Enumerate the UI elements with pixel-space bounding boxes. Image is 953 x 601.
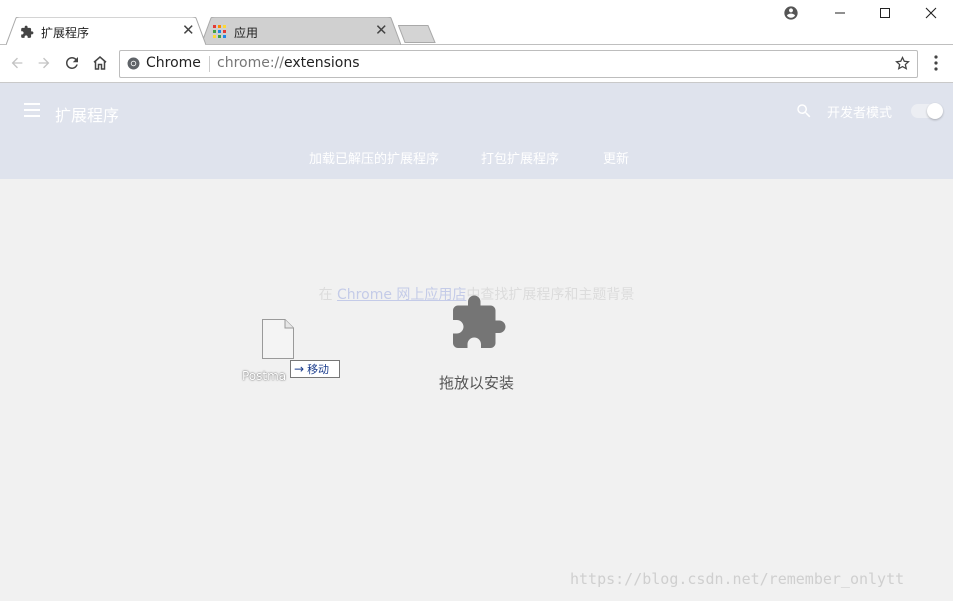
url-host: extensions xyxy=(284,55,360,71)
tab-title: 应用 xyxy=(234,26,259,40)
tab-shape xyxy=(6,17,206,45)
puzzle-icon xyxy=(21,25,34,38)
update-button[interactable]: 更新 xyxy=(603,148,629,167)
chrome-logo-icon xyxy=(127,57,140,70)
pack-extension-button[interactable]: 打包扩展程序 xyxy=(481,148,559,167)
developer-mode-label: 开发者模式 xyxy=(827,106,893,121)
webstore-link[interactable]: Chrome 网上应用店 xyxy=(337,287,466,303)
close-icon[interactable] xyxy=(917,4,945,22)
hamburger-menu-icon[interactable] xyxy=(24,103,42,119)
toggle-knob xyxy=(927,103,943,119)
back-icon[interactable] xyxy=(7,53,27,73)
url-scheme: chrome:// xyxy=(217,55,284,71)
title-bar: 应用 ✕ 扩展程序 ✕ xyxy=(0,0,953,45)
bookmark-star-icon[interactable] xyxy=(894,55,911,72)
move-label: 移动 xyxy=(307,363,330,376)
tab-apps[interactable]: 应用 ✕ xyxy=(201,17,401,45)
drop-to-install-label: 拖放以安装 xyxy=(438,374,514,392)
tab-title: 扩展程序 xyxy=(41,26,90,40)
webstore-prefix: 在 xyxy=(318,287,338,303)
page-title: 扩展程序 xyxy=(55,106,120,125)
tab-extensions[interactable]: 扩展程序 ✕ xyxy=(6,17,206,45)
dragged-file-name: Postma xyxy=(242,369,287,383)
load-unpacked-button[interactable]: 加载已解压的扩展程序 xyxy=(309,148,439,167)
minimize-icon[interactable] xyxy=(826,4,854,22)
reload-icon[interactable] xyxy=(62,53,82,73)
dragged-file-icon xyxy=(262,319,294,359)
developer-mode-toggle[interactable] xyxy=(911,103,943,119)
maximize-icon[interactable] xyxy=(871,4,899,22)
extensions-header: 扩展程序 开发者模式 加载已解压的扩展程序 打包扩展程序 更新 xyxy=(0,83,953,179)
puzzle-drop-icon xyxy=(453,295,506,348)
new-tab-button[interactable] xyxy=(398,25,438,43)
drag-move-tooltip: → 移动 xyxy=(290,360,340,378)
address-bar[interactable]: Chrome chrome://extensions xyxy=(119,50,918,78)
omnibox-separator xyxy=(209,56,210,72)
chrome-menu-icon[interactable] xyxy=(926,53,946,73)
search-icon[interactable] xyxy=(795,102,813,120)
url-text[interactable]: chrome://extensions xyxy=(217,55,360,71)
tab-close-button[interactable]: ✕ xyxy=(375,23,388,38)
home-icon[interactable] xyxy=(90,53,110,73)
toolbar: Chrome chrome://extensions xyxy=(0,45,953,83)
account-icon[interactable] xyxy=(777,4,805,22)
tab-shape xyxy=(201,17,401,45)
arrow-right-icon: → xyxy=(294,362,305,376)
forward-icon[interactable] xyxy=(34,53,54,73)
tab-close-button[interactable]: ✕ xyxy=(182,23,195,38)
chrome-label: Chrome xyxy=(146,55,201,71)
apps-grid-icon xyxy=(213,25,226,38)
watermark-text: https://blog.csdn.net/remember_onlytt xyxy=(570,570,905,588)
